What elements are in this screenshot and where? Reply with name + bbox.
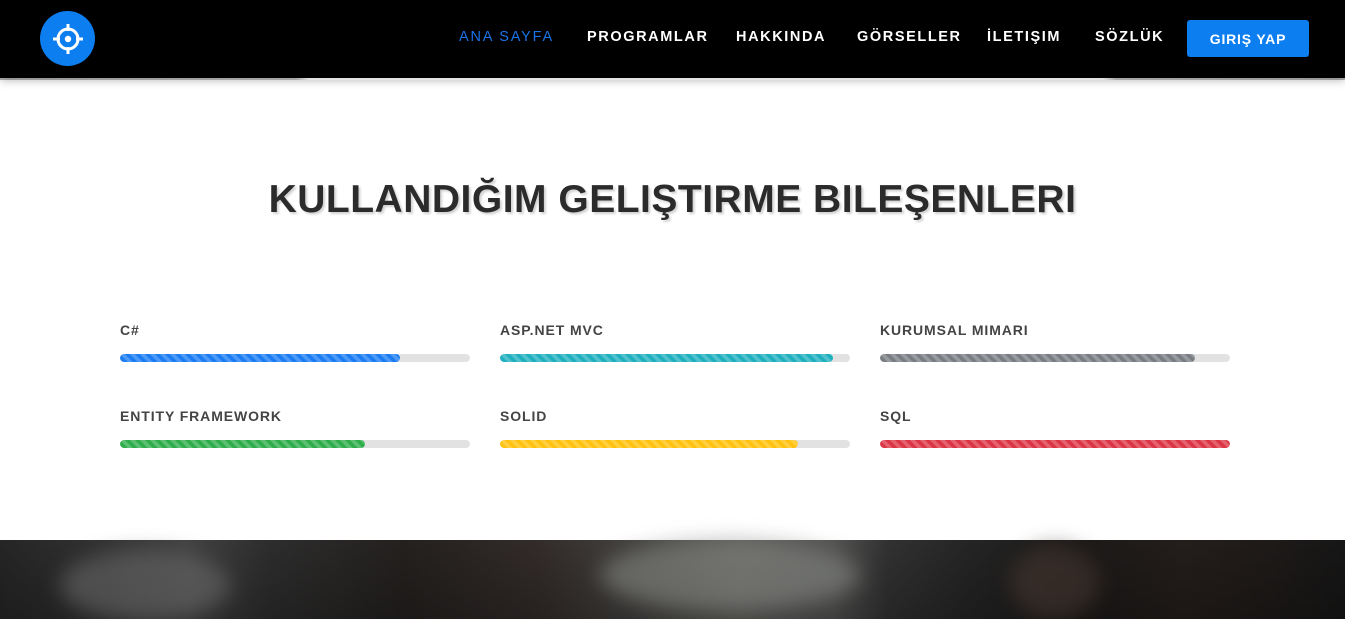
skill-label: ASP.NET MVC [500,322,604,338]
nav-menu: ANA SAYFA PROGRAMLAR HAKKINDA GÖRSELLER … [0,29,1345,49]
skill-label: C# [120,322,140,338]
progress-fill [120,354,400,362]
progress-fill [500,354,833,362]
progress-fill [880,440,1230,448]
progress-track [120,354,470,362]
login-button[interactable]: GIRIŞ YAP [1187,20,1309,57]
skill-item-sql: SQL [880,407,1230,448]
progress-track [880,354,1230,362]
progress-track [880,440,1230,448]
nav-item-programlar[interactable]: PROGRAMLAR [587,29,709,45]
navbar: ANA SAYFA PROGRAMLAR HAKKINDA GÖRSELLER … [0,0,1345,80]
skill-label: SQL [880,408,912,424]
skill-item-aspnet-mvc: ASP.NET MVC [500,321,850,362]
background-image-section [0,540,1345,619]
progress-fill [500,440,798,448]
skill-label: SOLID [500,408,548,424]
skill-item-solid: SOLID [500,407,850,448]
progress-track [500,440,850,448]
skill-item-entity-framework: ENTITY FRAMEWORK [120,407,470,448]
skill-item-csharp: C# [120,321,470,362]
progress-track [120,440,470,448]
skill-label: ENTITY FRAMEWORK [120,408,282,424]
nav-item-sozluk[interactable]: SÖZLÜK [1095,29,1164,45]
progress-track [500,354,850,362]
progress-fill [120,440,365,448]
nav-item-hakkinda[interactable]: HAKKINDA [736,29,826,45]
progress-fill [880,354,1195,362]
section-title: KULLANDIĞIM GELIŞTIRME BILEŞENLERI [268,178,1077,221]
nav-item-iletisim[interactable]: İLETIŞIM [987,29,1061,45]
skill-label: KURUMSAL MIMARI [880,322,1029,338]
nav-item-ana-sayfa[interactable]: ANA SAYFA [459,29,554,45]
skill-item-kurumsal-mimari: KURUMSAL MIMARI [880,321,1230,362]
nav-item-gorseller[interactable]: GÖRSELLER [857,29,962,45]
